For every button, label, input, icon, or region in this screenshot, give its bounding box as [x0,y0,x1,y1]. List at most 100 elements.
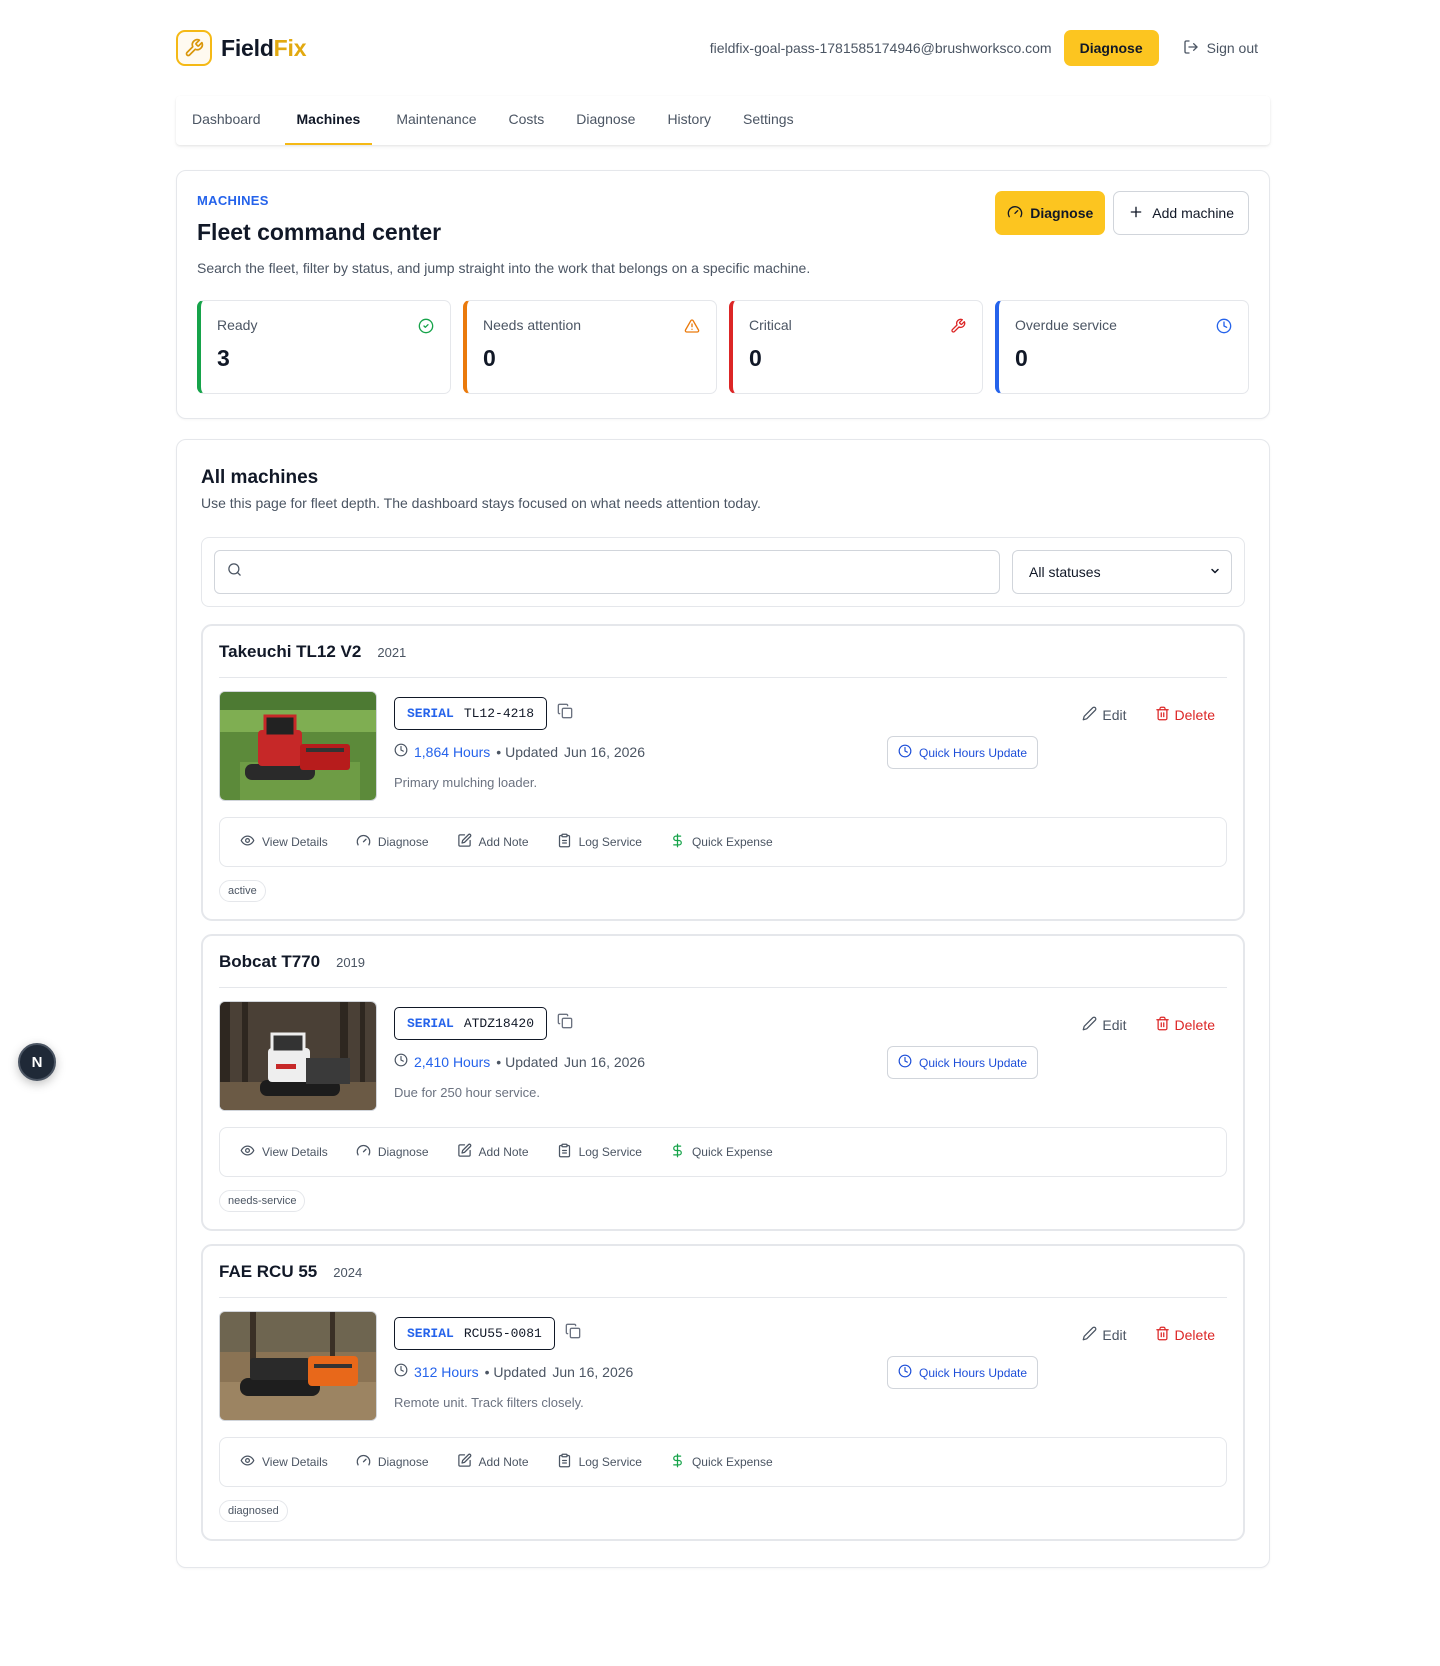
view-details-button[interactable]: View Details [240,1453,328,1471]
status-filter-select[interactable]: All statuses [1012,550,1232,594]
dev-tools-button[interactable]: N [18,1043,56,1081]
nav-history[interactable]: History [659,105,719,145]
trash-icon [1155,1326,1170,1344]
eye-icon [240,1453,255,1471]
serial-badge: SERIAL ATDZ18420 [394,1007,548,1040]
machine-note: Primary mulching loader. [394,775,538,790]
quick-expense-button[interactable]: Quick Expense [670,833,773,851]
log-service-button[interactable]: Log Service [557,833,642,851]
note-edit-icon [457,1453,472,1471]
diagnose-button[interactable]: Diagnose [356,833,429,851]
hero-diagnose-button[interactable]: Diagnose [995,191,1106,235]
gauge-icon [1007,204,1023,223]
add-note-button[interactable]: Add Note [457,1143,529,1161]
edit-button[interactable]: Edit [1082,1326,1127,1344]
clipboard-icon [557,833,572,851]
user-email: fieldfix-goal-pass-1781585174946@brushwo… [709,40,1052,56]
log-service-button[interactable]: Log Service [557,1143,642,1161]
hours-row: 312 Hours • Updated Jun 16, 2026 [394,1363,633,1380]
delete-button[interactable]: Delete [1155,706,1215,724]
quick-actions-bar: View Details Diagnose Add Note Log Servi… [219,1437,1227,1487]
machine-year: 2024 [333,1265,363,1280]
quick-hours-update-button[interactable]: Quick Hours Update [887,736,1039,769]
view-details-button[interactable]: View Details [240,833,328,851]
stat-ready[interactable]: Ready 3 [197,300,451,394]
stat-overdue-service[interactable]: Overdue service 0 [995,300,1249,394]
copy-icon[interactable] [557,1013,573,1034]
clock-icon [394,1363,408,1380]
stat-needs-attention[interactable]: Needs attention 0 [463,300,717,394]
eye-icon [240,1143,255,1161]
nav-settings[interactable]: Settings [735,105,802,145]
check-circle-icon [418,318,434,339]
diagnose-button[interactable]: Diagnose [356,1453,429,1471]
eye-icon [240,833,255,851]
brand[interactable]: FieldFix [176,30,307,66]
machine-photo[interactable] [219,1311,377,1421]
dollar-icon [670,833,685,851]
search-input[interactable] [214,550,1000,594]
nav-maintenance[interactable]: Maintenance [388,105,484,145]
nav-diagnose[interactable]: Diagnose [568,105,643,145]
copy-icon[interactable] [565,1323,581,1344]
trash-icon [1155,706,1170,724]
serial-badge: SERIAL TL12-4218 [394,697,548,730]
view-details-button[interactable]: View Details [240,1143,328,1161]
dollar-icon [670,1143,685,1161]
edit-button[interactable]: Edit [1082,706,1127,724]
machine-photo[interactable] [219,1001,377,1111]
machine-card: Takeuchi TL12 V2 2021 SERIAL TL12-4218 1… [201,624,1245,921]
all-machines-section: All machines Use this page for fleet dep… [176,439,1270,1568]
log-service-button[interactable]: Log Service [557,1453,642,1471]
machine-note: Due for 250 hour service. [394,1085,540,1100]
machine-photo[interactable] [219,691,377,801]
note-edit-icon [457,1143,472,1161]
section-subtitle: Use this page for fleet depth. The dashb… [201,495,761,511]
edit-button[interactable]: Edit [1082,1016,1127,1034]
nav-machines[interactable]: Machines [284,105,373,145]
note-edit-icon [457,833,472,851]
nav-dashboard[interactable]: Dashboard [184,105,269,145]
main-nav: Dashboard Machines Maintenance Costs Dia… [176,96,1270,145]
page-subtitle: Search the fleet, filter by status, and … [197,260,811,276]
gauge-icon [356,1143,371,1161]
copy-icon[interactable] [557,703,573,724]
machine-year: 2021 [377,645,407,660]
status-badge: diagnosed [219,1500,288,1522]
machine-card: Bobcat T770 2019 SERIAL ATDZ18420 2,410 … [201,934,1245,1231]
delete-button[interactable]: Delete [1155,1016,1215,1034]
add-note-button[interactable]: Add Note [457,833,529,851]
dollar-icon [670,1453,685,1471]
brand-name: FieldFix [221,34,307,61]
clock-icon [1216,318,1232,339]
machine-name[interactable]: FAE RCU 55 [219,1262,317,1282]
fleet-hero: MACHINES Fleet command center Search the… [176,170,1270,419]
clock-icon [394,743,408,760]
quick-hours-update-button[interactable]: Quick Hours Update [887,1356,1039,1389]
quick-expense-button[interactable]: Quick Expense [670,1453,773,1471]
machine-name[interactable]: Takeuchi TL12 V2 [219,642,361,662]
machine-name[interactable]: Bobcat T770 [219,952,320,972]
stat-critical[interactable]: Critical 0 [729,300,983,394]
quick-expense-button[interactable]: Quick Expense [670,1143,773,1161]
machine-note: Remote unit. Track filters closely. [394,1395,584,1410]
quick-hours-update-button[interactable]: Quick Hours Update [887,1046,1039,1079]
pencil-icon [1082,706,1097,724]
trash-icon [1155,1016,1170,1034]
search-icon [227,562,242,582]
header-diagnose-button[interactable]: Diagnose [1063,30,1159,66]
pencil-icon [1082,1326,1097,1344]
add-machine-button[interactable]: Add machine [1113,191,1249,235]
sign-out-button[interactable]: Sign out [1171,39,1270,58]
gauge-icon [356,833,371,851]
gauge-icon [356,1453,371,1471]
sign-out-icon [1183,39,1199,58]
nav-costs[interactable]: Costs [500,105,552,145]
add-note-button[interactable]: Add Note [457,1453,529,1471]
chevron-down-icon [1209,564,1221,580]
wrench-icon [950,318,966,339]
pencil-icon [1082,1016,1097,1034]
wrench-icon [176,30,212,66]
diagnose-button[interactable]: Diagnose [356,1143,429,1161]
delete-button[interactable]: Delete [1155,1326,1215,1344]
